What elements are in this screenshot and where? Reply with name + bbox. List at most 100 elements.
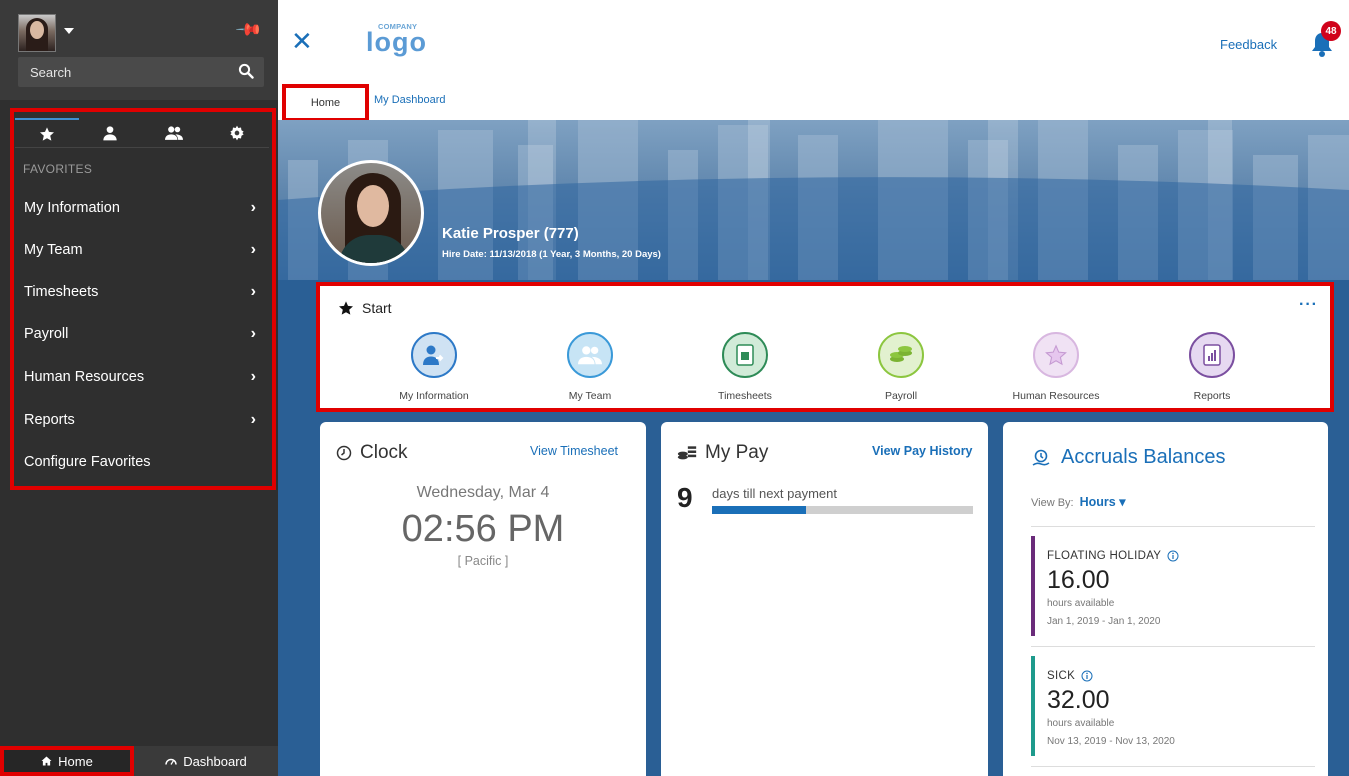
page-tabs: Home My Dashboard: [278, 84, 1349, 122]
sidebar-bottom-nav: Home Dashboard: [0, 746, 278, 776]
clock-time: 02:56 PM: [401, 508, 565, 550]
info-icon[interactable]: [1167, 550, 1179, 562]
tab-my-info[interactable]: [79, 118, 143, 148]
chevron-down-icon[interactable]: [64, 28, 74, 34]
main-content: Katie Prosper (777) Hire Date: 11/13/201…: [278, 120, 1349, 776]
sidebar-item-label: Configure Favorites: [24, 454, 151, 470]
star-icon: [339, 301, 353, 315]
employee-name: Katie Prosper (777): [442, 225, 579, 242]
profile-face: [357, 185, 389, 227]
accruals-icon: [1032, 449, 1050, 466]
app: 📌 FAVORITES: [0, 0, 1349, 776]
bottom-home-label: Home: [58, 753, 93, 769]
shortcut-human-resources[interactable]: Human Resources: [986, 332, 1126, 402]
dashboard-icon: [165, 758, 177, 765]
view-by-row: View By: Hours ▾: [1031, 494, 1125, 509]
tab-favorites[interactable]: [15, 118, 79, 148]
chevron-right-icon: ›: [250, 241, 256, 258]
view-by-dropdown[interactable]: Hours ▾: [1080, 495, 1126, 509]
accrual-name: FLOATING HOLIDAY: [1047, 550, 1179, 562]
sidebar-item-timesheets[interactable]: Timesheets ›: [14, 273, 266, 311]
chevron-right-icon: ›: [250, 283, 256, 300]
start-panel: Start ··· My Information My Team Timeshe: [316, 282, 1334, 412]
hero-banner: Katie Prosper (777) Hire Date: 11/13/201…: [278, 120, 1349, 280]
profile-photo[interactable]: [318, 160, 424, 266]
sidebar-top: 📌: [0, 0, 278, 100]
star-icon: [39, 127, 54, 141]
logo-text: logo: [366, 27, 427, 57]
tab-my-dashboard[interactable]: My Dashboard: [374, 94, 446, 106]
view-timesheet-link[interactable]: View Timesheet: [530, 444, 618, 458]
accrual-sub: hours available: [1047, 598, 1115, 609]
shortcut-label: Reports: [1193, 390, 1231, 402]
shortcut-label: Timesheets: [718, 390, 772, 402]
bottom-dashboard-button[interactable]: Dashboard: [134, 746, 278, 776]
pay-progress-bar: [712, 506, 973, 514]
feedback-link[interactable]: Feedback: [1220, 37, 1277, 52]
info-icon[interactable]: [1081, 670, 1093, 682]
sidebar-item-label: My Team: [24, 242, 83, 258]
favorites-section-title: FAVORITES: [23, 162, 93, 176]
my-pay-title-text: My Pay: [705, 442, 769, 463]
search-icon[interactable]: [238, 63, 254, 79]
accrual-dates: Jan 1, 2019 - Jan 1, 2020: [1047, 616, 1161, 627]
start-title-text: Start: [362, 300, 392, 316]
hire-date: Hire Date: 11/13/2018 (1 Year, 3 Months,…: [442, 249, 661, 260]
shortcut-my-team[interactable]: My Team: [520, 332, 660, 402]
team-icon: [164, 126, 183, 140]
accrual-name-text: FLOATING HOLIDAY: [1047, 550, 1162, 562]
sidebar-item-reports[interactable]: Reports ›: [14, 401, 266, 439]
clock-icon: [336, 445, 352, 461]
sidebar-item-my-information[interactable]: My Information ›: [14, 189, 266, 227]
sidebar-item-my-team[interactable]: My Team ›: [14, 231, 266, 269]
my-pay-card: My Pay View Pay History 9 days till next…: [661, 422, 988, 776]
caret-down-icon: ▾: [1119, 495, 1126, 509]
clock-day: Wednesday, Mar 4: [416, 484, 550, 501]
accrual-name-text: SICK: [1047, 670, 1076, 682]
user-avatar[interactable]: [18, 14, 56, 52]
person-icon: [103, 126, 117, 141]
pay-progress-fill: [712, 506, 806, 514]
divider: [1031, 526, 1315, 527]
shortcut-timesheets[interactable]: Timesheets: [675, 332, 815, 402]
shortcut-my-information[interactable]: My Information: [364, 332, 504, 402]
view-pay-history-link[interactable]: View Pay History: [872, 444, 973, 458]
more-options-icon[interactable]: ···: [1299, 296, 1318, 314]
shortcut-label: Payroll: [884, 390, 918, 402]
company-logo: COMPANY logo: [366, 22, 426, 62]
chevron-right-icon: ›: [250, 368, 256, 385]
human-resources-icon: [1033, 332, 1079, 378]
clock-title: Clock: [336, 442, 408, 464]
days-till-payment-count: 9: [677, 482, 693, 513]
gear-icon: [230, 125, 244, 141]
city-skyline-image: [278, 120, 1349, 280]
sidebar-search: [18, 57, 264, 87]
accruals-title: Accruals Balances: [1031, 446, 1226, 469]
bottom-home-button[interactable]: Home: [0, 746, 134, 776]
coins-icon: [677, 446, 697, 460]
shortcut-reports[interactable]: Reports: [1142, 332, 1282, 402]
accrual-value: 32.00: [1047, 686, 1110, 714]
sidebar-item-label: Payroll: [24, 326, 69, 342]
sidebar-item-payroll[interactable]: Payroll ›: [14, 315, 266, 353]
tab-my-team[interactable]: [142, 118, 206, 148]
sidebar-item-human-resources[interactable]: Human Resources ›: [14, 358, 266, 396]
close-icon[interactable]: ✕: [291, 28, 313, 54]
accrual-sub: hours available: [1047, 718, 1115, 729]
tab-settings[interactable]: [206, 118, 270, 148]
clock-card: Clock View Timesheet Wednesday, Mar 4 02…: [320, 422, 646, 776]
sidebar-tabs: [15, 118, 269, 148]
sidebar: 📌 FAVORITES: [0, 0, 278, 776]
sidebar-item-configure-favorites[interactable]: Configure Favorites: [14, 443, 266, 481]
accrual-value: 16.00: [1047, 566, 1110, 594]
search-input[interactable]: [18, 64, 228, 80]
my-information-icon: [411, 332, 457, 378]
shortcut-payroll[interactable]: Payroll: [831, 332, 971, 402]
tab-home[interactable]: Home: [282, 84, 369, 122]
pin-icon[interactable]: 📌: [234, 15, 263, 44]
days-till-payment-label: days till next payment: [712, 486, 838, 501]
payroll-icon: [878, 332, 924, 378]
sidebar-item-label: Human Resources: [24, 369, 145, 385]
start-title: Start: [338, 300, 392, 316]
accrual-name: SICK: [1047, 670, 1093, 682]
